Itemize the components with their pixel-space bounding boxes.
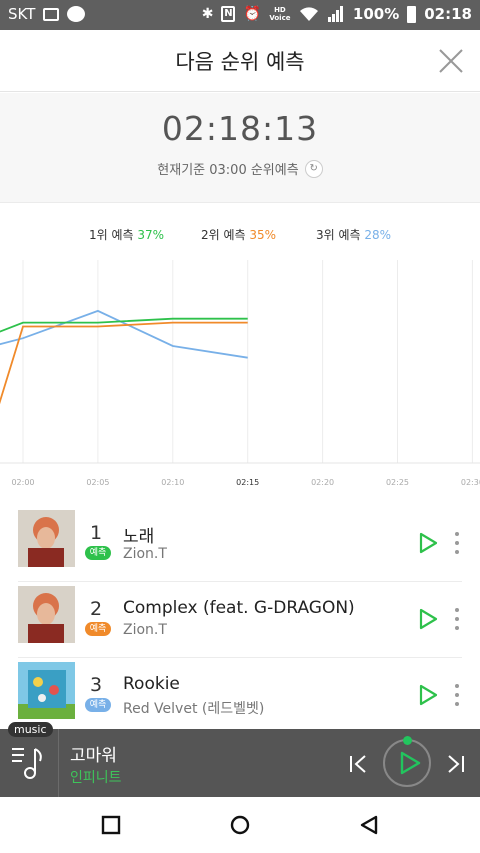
list-item[interactable]: 1 예측 노래 Zion.T [18, 506, 462, 582]
gallery-icon [43, 7, 60, 21]
countdown-clock: 02:18:13 [161, 109, 319, 148]
x-tick-label: 02:20 [311, 478, 334, 487]
playlist-button[interactable] [0, 729, 59, 797]
rank-prediction-chart: 02:00 02:05 02:10 02:15 02:20 02:25 02:30 [0, 260, 480, 487]
nfc-icon: N [221, 6, 236, 22]
header: 다음 순위 예측 [0, 30, 480, 92]
x-tick-label: 02:30 [461, 478, 480, 487]
rank-number: 2 [90, 598, 103, 620]
x-tick-label: 02:05 [86, 478, 109, 487]
song-title: 노래 [123, 527, 155, 547]
artist-name: Red Velvet (레드벨벳) [123, 701, 265, 717]
rank-number: 3 [90, 674, 103, 696]
battery-percent: 100% [352, 5, 400, 23]
chat-icon [67, 6, 86, 22]
x-tick-label: 02:10 [161, 478, 184, 487]
status-badge: 예측 [85, 622, 111, 636]
mini-player: music 고마워 인피니트 [0, 722, 480, 797]
play-icon [400, 751, 421, 775]
wifi-icon [299, 7, 318, 21]
signal-icon [327, 6, 343, 22]
countdown-panel: 02:18:13 현재기준 03:00 순위예측 ↻ [0, 93, 480, 203]
rank-number: 1 [90, 522, 103, 544]
legend-item-3: 3위 예측 28% [316, 226, 391, 243]
countdown-subtitle: 현재기준 03:00 순위예측 [157, 163, 299, 178]
page-title: 다음 순위 예측 [175, 50, 305, 74]
legend-percent: 37% [137, 228, 165, 242]
album-art [18, 510, 75, 567]
x-tick-label: 02:15 [236, 478, 259, 487]
legend-item-1: 1위 예측 37% [89, 226, 164, 243]
legend-percent: 35% [249, 228, 277, 242]
status-bar: SKT ✱ N ⏰ HD Voice 100% 02:18 [0, 0, 480, 30]
now-playing-artist: 인피니트 [70, 770, 122, 786]
legend-label: 2위 예측 [201, 228, 246, 242]
album-art [18, 586, 75, 643]
next-track-icon[interactable] [444, 753, 466, 775]
recent-apps-icon[interactable] [100, 814, 122, 836]
battery-icon [407, 5, 417, 23]
back-icon[interactable] [358, 814, 380, 836]
legend-label: 1위 예측 [89, 228, 134, 242]
refresh-icon[interactable]: ↻ [304, 159, 323, 178]
series-line [0, 321, 248, 405]
hd-voice-icon: HD Voice [269, 6, 291, 22]
song-title: Complex (feat. G-DRAGON) [123, 598, 355, 618]
more-options-icon[interactable] [454, 532, 460, 554]
music-tag: music [8, 722, 53, 737]
legend-label: 3위 예측 [316, 228, 361, 242]
status-badge: 예측 [85, 546, 111, 560]
countdown-subtitle-row: 현재기준 03:00 순위예측 ↻ [0, 159, 480, 178]
legend-item-2: 2위 예측 35% [201, 226, 276, 243]
previous-track-icon[interactable] [348, 753, 370, 775]
home-icon[interactable] [229, 814, 251, 836]
status-badge: 예측 [85, 698, 111, 712]
carrier-label: SKT [8, 5, 36, 23]
bluetooth-icon: ✱ [201, 6, 214, 22]
play-pause-button[interactable] [383, 736, 431, 787]
playlist-music-icon [12, 748, 42, 779]
play-icon[interactable] [418, 684, 438, 706]
chart-legend: 1위 예측 37% 2위 예측 35% 3위 예측 28% [0, 226, 480, 244]
song-title: Rookie [123, 674, 180, 694]
status-time: 02:18 [424, 5, 472, 23]
artist-name: Zion.T [123, 622, 167, 638]
x-tick-label: 02:00 [11, 478, 34, 487]
more-options-icon[interactable] [454, 684, 460, 706]
alarm-icon: ⏰ [243, 6, 261, 22]
list-item[interactable]: 2 예측 Complex (feat. G-DRAGON) Zion.T [18, 582, 462, 658]
play-icon[interactable] [418, 608, 438, 630]
close-icon[interactable] [438, 48, 464, 74]
now-playing-title: 고마워 [70, 746, 117, 766]
artist-name: Zion.T [123, 546, 167, 562]
list-item[interactable]: 3 예측 Rookie Red Velvet (레드벨벳) [18, 658, 462, 734]
album-art [18, 662, 75, 719]
legend-percent: 28% [364, 228, 392, 242]
system-nav-bar [0, 797, 480, 853]
more-options-icon[interactable] [454, 608, 460, 630]
x-tick-label: 02:25 [386, 478, 409, 487]
play-icon[interactable] [418, 532, 438, 554]
progress-dot [403, 736, 412, 745]
